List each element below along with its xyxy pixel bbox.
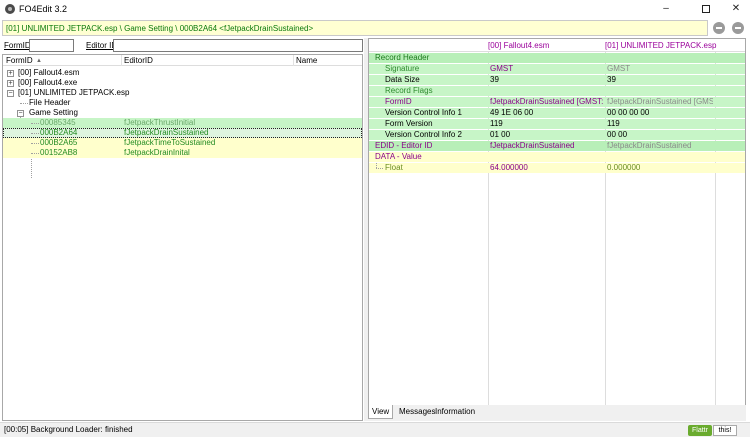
sort-ascending-icon: ▲ (36, 58, 42, 64)
record-formid: 000B2A65 (40, 138, 78, 147)
plugin-value: fJetpackDrainSustained [GMST:00... (607, 97, 713, 106)
row-label: Form Version (385, 119, 433, 128)
file-header-label: File Header (29, 98, 71, 107)
tab-view[interactable]: View (368, 405, 394, 419)
tree-header: FormID ▲ EditorID Name (3, 55, 362, 66)
master-value: 49 1E 06 00 (490, 108, 534, 117)
grid-row-record-flags[interactable]: Record Flags (369, 86, 745, 96)
plugin-value: GMST (607, 64, 631, 73)
file-label: [00] Fallout4.esm (18, 68, 80, 77)
editorid-column-header[interactable]: EditorID (124, 56, 153, 65)
plugin-value: 39 (607, 75, 616, 84)
grid-row-data-value[interactable]: DATA - Value (369, 152, 745, 162)
maximize-button[interactable] (692, 0, 720, 18)
plugin-value: 00 00 (607, 130, 628, 139)
plugin-value: 00 00 00 00 (607, 108, 650, 117)
window-title: FO4Edit 3.2 (19, 4, 68, 14)
minimize-button[interactable]: – (652, 0, 680, 18)
flattr-this-button[interactable]: this! (713, 425, 737, 436)
plugin-value: fJetpackDrainSustained (607, 141, 692, 150)
title-bar: FO4Edit 3.2 – ✕ (0, 0, 750, 18)
group-label: Game Setting (29, 108, 78, 117)
master-value: fJetpackDrainSustained [GMST:00... (490, 97, 603, 106)
plugin-value: 119 (607, 119, 620, 128)
row-label: Version Control Info 1 (385, 108, 462, 117)
tree-group-row[interactable]: − Game Setting (3, 108, 362, 118)
master-column-header[interactable]: [00] Fallout4.esm (488, 41, 549, 50)
master-value: GMST (490, 64, 514, 73)
expand-icon[interactable]: + (7, 70, 14, 77)
master-value: 01 00 (490, 130, 511, 139)
bottom-tabs: View Messages Information (368, 405, 746, 421)
tree-file-row[interactable]: + [00] Fallout4.esm (3, 68, 362, 78)
row-label: Record Header (375, 53, 430, 62)
tree-file-row[interactable]: + [00] Fallout4.exe (3, 78, 362, 88)
master-value: 119 (490, 119, 503, 128)
record-path-text: [01] UNLIMITED JETPACK.esp \ Game Settin… (6, 24, 314, 33)
collapse-icon[interactable]: − (17, 110, 24, 117)
status-text: [00:05] Background Loader: finished (4, 425, 133, 434)
editorid-filter-input[interactable] (113, 39, 363, 52)
tree-record-row[interactable]: 00152AB8 fJetpackDrainInital (3, 148, 362, 158)
record-formid: 00085345 (40, 118, 76, 127)
file-label: [00] Fallout4.exe (18, 78, 78, 87)
grid-row-formid[interactable]: FormID fJetpackDrainSustained [GMST:00..… (369, 97, 745, 107)
grid-row-form-version[interactable]: Form Version 119 119 (369, 119, 745, 129)
file-label: [01] UNLIMITED JETPACK.esp (18, 88, 130, 97)
record-editorid: fJetpackDrainInital (124, 148, 190, 157)
column-divider[interactable] (293, 55, 294, 66)
close-button[interactable]: ✕ (722, 0, 750, 18)
row-label: Version Control Info 2 (385, 130, 462, 139)
grid-row-data-size[interactable]: Data Size 39 39 (369, 75, 745, 85)
grid-row-float[interactable]: Float 64.000000 0.000000 (369, 163, 745, 173)
grid-row-signature[interactable]: Signature GMST GMST (369, 64, 745, 74)
row-label: Float (385, 163, 403, 172)
record-editorid: fJetpackThrustInitial (124, 118, 196, 127)
row-label: DATA - Value (375, 152, 422, 161)
tab-information[interactable]: Information (432, 405, 478, 419)
tree-file-header-row[interactable]: File Header (3, 98, 362, 108)
plugin-column-header[interactable]: [01] UNLIMITED JETPACK.esp (605, 41, 716, 50)
back-nav-icon[interactable] (713, 22, 725, 34)
master-value: fJetpackDrainSustained (490, 141, 575, 150)
tree-record-row[interactable]: 00085345 fJetpackThrustInitial (3, 118, 362, 128)
tree-record-row[interactable]: 000B2A65 fJetpackTimeToSustained (3, 138, 362, 148)
row-label: EDID - Editor ID (375, 141, 433, 150)
grid-row-edid[interactable]: EDID - Editor ID fJetpackDrainSustained … (369, 141, 745, 151)
row-label: FormID (385, 97, 412, 106)
tree-file-row[interactable]: − [01] UNLIMITED JETPACK.esp (3, 88, 362, 98)
record-formid: 00152AB8 (40, 148, 78, 157)
formid-column-header[interactable]: FormID (6, 56, 33, 65)
record-editorid: fJetpackTimeToSustained (124, 138, 216, 147)
column-divider[interactable] (121, 55, 122, 66)
row-label: Data Size (385, 75, 420, 84)
flattr-button[interactable]: Flattr (688, 425, 712, 436)
collapse-icon[interactable]: − (7, 90, 14, 97)
formid-filter-input[interactable] (29, 39, 74, 52)
navigation-panel: FormID Editor ID FormID ▲ EditorID Name … (2, 38, 363, 421)
record-path-bar: [01] UNLIMITED JETPACK.esp \ Game Settin… (2, 20, 708, 36)
record-editorid: fJetpackDrainSustained (124, 128, 209, 137)
status-bar: [00:05] Background Loader: finished Flat… (0, 422, 750, 437)
record-formid: 000B2A64 (40, 128, 78, 137)
record-view-grid[interactable]: [00] Fallout4.esm [01] UNLIMITED JETPACK… (368, 38, 746, 421)
master-value: 64.000000 (490, 163, 528, 172)
filter-row: FormID Editor ID (2, 38, 363, 54)
grid-row-record-header[interactable]: Record Header (369, 53, 745, 63)
fo4edit-app-icon (5, 4, 15, 14)
forward-nav-icon[interactable] (732, 22, 744, 34)
formid-filter-label: FormID (4, 41, 31, 50)
tree-record-row-selected[interactable]: 000B2A64 fJetpackDrainSustained (3, 128, 362, 138)
record-tree[interactable]: FormID ▲ EditorID Name + [00] Fallout4.e… (2, 54, 363, 421)
plugin-value: 0.000000 (607, 163, 641, 172)
row-label: Record Flags (385, 86, 433, 95)
master-value: 39 (490, 75, 499, 84)
grid-header: [00] Fallout4.esm [01] UNLIMITED JETPACK… (369, 39, 745, 52)
name-column-header[interactable]: Name (296, 56, 317, 65)
row-label: Signature (385, 64, 420, 73)
maximize-icon (702, 5, 710, 13)
grid-row-version-control-1[interactable]: Version Control Info 1 49 1E 06 00 00 00… (369, 108, 745, 118)
expand-icon[interactable]: + (7, 80, 14, 87)
grid-row-version-control-2[interactable]: Version Control Info 2 01 00 00 00 (369, 130, 745, 140)
